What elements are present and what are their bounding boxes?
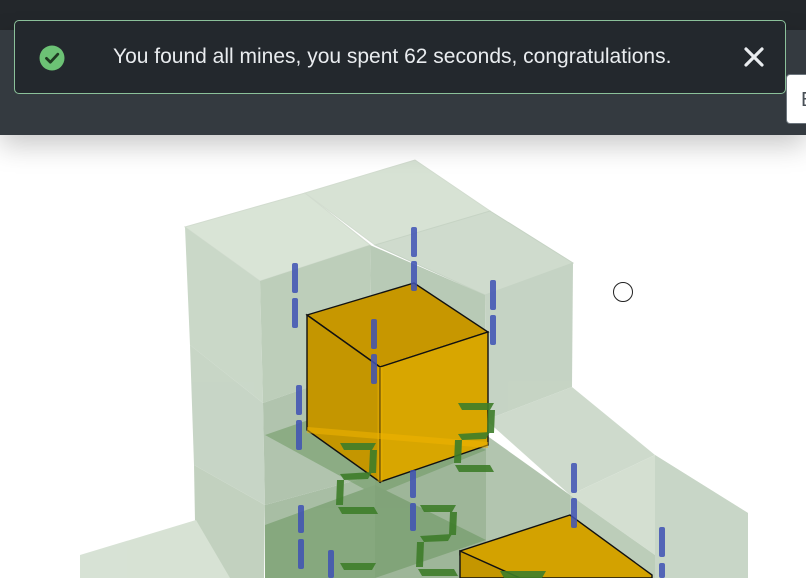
check-circle-icon <box>39 45 65 71</box>
success-toast: You found all mines, you spent 62 second… <box>14 20 786 94</box>
toolbar-control[interactable]: E <box>786 74 806 124</box>
toast-message: You found all mines, you spent 62 second… <box>113 45 672 68</box>
game-window: E You found all mines, you spent 62 seco… <box>0 0 806 578</box>
mouse-cursor <box>613 282 633 302</box>
close-icon[interactable] <box>741 44 767 70</box>
minesweeper-3d-board[interactable] <box>0 135 806 578</box>
